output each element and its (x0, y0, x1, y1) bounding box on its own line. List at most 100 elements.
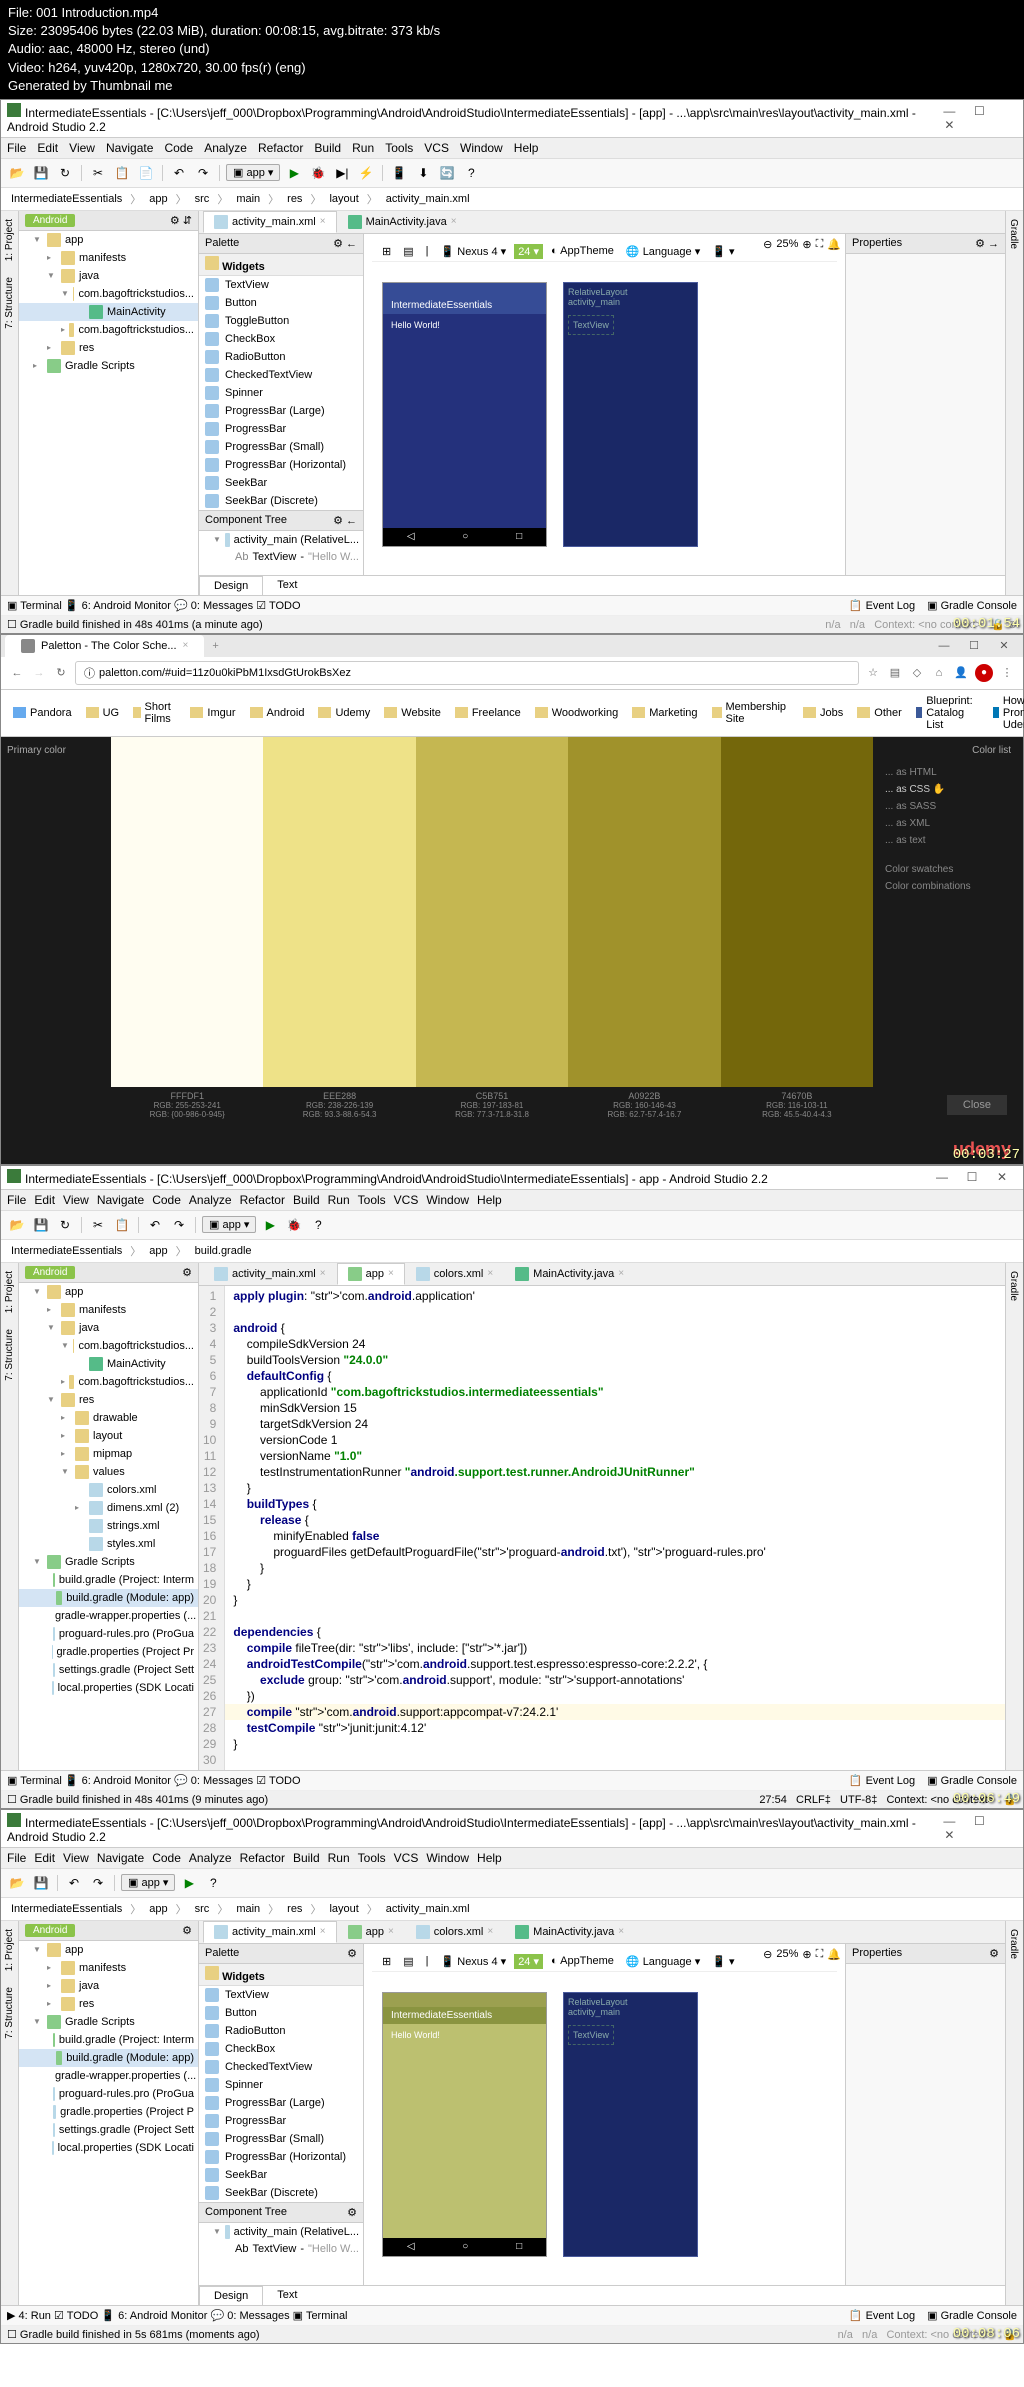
run-config[interactable]: ▣ app ▾ (226, 164, 280, 181)
event-log-tool[interactable]: 📋 Event Log (849, 599, 915, 612)
tree-package2[interactable]: ▸com.bagoftrickstudios... (19, 321, 198, 339)
close-button[interactable]: ✕ (934, 118, 964, 132)
bookmark-other[interactable]: Other (851, 705, 908, 721)
menu-file[interactable]: File (7, 141, 26, 155)
menu-window[interactable]: Window (460, 141, 503, 155)
open-icon[interactable]: 📂 (7, 163, 27, 183)
run-icon[interactable]: ▶ (284, 163, 304, 183)
avd-icon[interactable]: 📱 (389, 163, 409, 183)
bookmark-promote[interactable]: How I Promote Udem... (987, 693, 1024, 733)
menu-edit[interactable]: Edit (37, 141, 58, 155)
orientation-icon[interactable]: 📱 ▾ (708, 244, 738, 259)
device-select[interactable]: 📱 Nexus 4 ▾ (436, 244, 510, 259)
tree-settings-icon[interactable]: ⚙ ⇵ (170, 214, 192, 227)
palette-item[interactable]: ProgressBar (Small) (199, 2130, 363, 2148)
close-button[interactable]: ✕ (989, 639, 1019, 652)
cut-icon[interactable]: ✂ (88, 163, 108, 183)
component-tree-settings-icon[interactable]: ⚙ ← (333, 514, 357, 527)
palette-item[interactable]: CheckedTextView (199, 366, 363, 384)
palette-item[interactable]: ProgressBar (Large) (199, 402, 363, 420)
language-select[interactable]: 🌐 Language ▾ (622, 244, 704, 259)
bookmark-imgur[interactable]: Imgur (184, 705, 241, 721)
menu-icon[interactable]: ⋮ (999, 665, 1015, 681)
bookmark-woodworking[interactable]: Woodworking (529, 705, 624, 721)
design-canvas[interactable]: ⊞ ▤ | 📱 Nexus 4 ▾ 24 ▾ ◐ AppTheme 🌐 Lang… (364, 234, 845, 575)
palette-item[interactable]: Button (199, 2004, 363, 2022)
terminal-tool[interactable]: ▣ Terminal (7, 600, 62, 612)
menu-code[interactable]: Code (164, 141, 193, 155)
tree-main-activity[interactable]: MainActivity (19, 303, 198, 321)
maximize-button[interactable]: ☐ (959, 639, 989, 652)
bookmark-shortfilms[interactable]: Short Films (127, 699, 182, 727)
palette-item[interactable]: RadioButton (199, 2022, 363, 2040)
redo-icon[interactable]: ↷ (193, 163, 213, 183)
help-icon[interactable]: ? (461, 163, 481, 183)
palette-item[interactable]: TextView (199, 276, 363, 294)
menu-build[interactable]: Build (314, 141, 341, 155)
component-activity-main[interactable]: ▼activity_main (RelativeL... (199, 531, 363, 549)
api-select[interactable]: 24 ▾ (514, 244, 543, 259)
palette-item[interactable]: SeekBar (199, 2166, 363, 2184)
palette-item[interactable]: ProgressBar (Small) (199, 438, 363, 456)
palette-item[interactable]: CheckBox (199, 2040, 363, 2058)
palette-item[interactable]: Spinner (199, 384, 363, 402)
zoom-in-icon[interactable]: ⊕ (802, 238, 811, 251)
profile-icon[interactable]: ⚡ (356, 163, 376, 183)
palette-item[interactable]: ProgressBar (199, 2112, 363, 2130)
minimize-button[interactable]: — (934, 104, 964, 118)
export-css[interactable]: ... as CSS ✋ (885, 781, 1011, 798)
palette-item[interactable]: ToggleButton (199, 312, 363, 330)
color-swatch[interactable] (568, 737, 720, 1087)
theme-select[interactable]: ◐ AppTheme (547, 244, 618, 258)
structure-tab[interactable]: 7: Structure (2, 273, 17, 333)
color-swatch[interactable] (416, 737, 568, 1087)
export-text[interactable]: ... as text (885, 832, 1011, 849)
color-swatch[interactable] (263, 737, 415, 1087)
component-textview[interactable]: Ab TextView - "Hello W... (199, 549, 363, 565)
messages-tool[interactable]: 💬 0: Messages (174, 600, 253, 612)
palette-item[interactable]: SeekBar (Discrete) (199, 2184, 363, 2202)
bookmark-marketing[interactable]: Marketing (626, 705, 703, 721)
palette-item[interactable]: ProgressBar (Horizontal) (199, 456, 363, 474)
export-xml[interactable]: ... as XML (885, 815, 1011, 832)
project-tab[interactable]: 1: Project (2, 215, 17, 265)
color-combinations-link[interactable]: Color combinations (885, 878, 1011, 895)
tree-package1[interactable]: ▼com.bagoftrickstudios... (19, 285, 198, 303)
palette-item[interactable]: Button (199, 294, 363, 312)
android-view[interactable]: Android (25, 214, 75, 227)
palette-item[interactable]: TextView (199, 1986, 363, 2004)
export-html[interactable]: ... as HTML (885, 764, 1011, 781)
new-tab-button[interactable]: + (204, 636, 226, 656)
android-monitor-tool[interactable]: 📱 6: Android Monitor (65, 600, 171, 612)
star-icon[interactable]: ☆ (865, 665, 881, 681)
color-swatch[interactable] (721, 737, 873, 1087)
url-input[interactable]: ⓘpaletton.com/#uid=11z0u0kiPbM1IxsdGtUro… (75, 661, 859, 685)
paste-icon[interactable]: 📄 (136, 163, 156, 183)
color-swatch[interactable] (111, 737, 263, 1087)
palette-item[interactable]: ProgressBar (Horizontal) (199, 2148, 363, 2166)
menu-run[interactable]: Run (352, 141, 374, 155)
info-icon[interactable]: ⓘ (84, 665, 95, 681)
palette-item[interactable]: CheckBox (199, 330, 363, 348)
palette-item[interactable]: RadioButton (199, 348, 363, 366)
bookmark-website[interactable]: Website (378, 705, 447, 721)
properties-settings-icon[interactable]: ⚙ → (975, 237, 999, 250)
tab-main-activity-java[interactable]: MainActivity.java× (337, 211, 468, 233)
palette-item[interactable]: ProgressBar (Large) (199, 2094, 363, 2112)
maximize-button[interactable]: ☐ (964, 104, 994, 118)
save-icon[interactable]: 💾 (31, 163, 51, 183)
notification-badge[interactable]: ● (975, 664, 993, 682)
bookmark-membership[interactable]: Membership Site (706, 699, 796, 727)
menu-navigate[interactable]: Navigate (106, 141, 153, 155)
widgets-section[interactable]: Widgets (199, 254, 363, 276)
home-icon[interactable]: ⌂ (931, 665, 947, 681)
palette-item[interactable]: CheckedTextView (199, 2058, 363, 2076)
tree-app[interactable]: ▼app (19, 231, 198, 249)
canvas-viewport-icon[interactable]: ▤ (399, 244, 417, 259)
palette-item[interactable]: ProgressBar (199, 420, 363, 438)
menu-refactor[interactable]: Refactor (258, 141, 303, 155)
browser-tab[interactable]: Paletton - The Color Sche...× (5, 635, 204, 657)
menu-analyze[interactable]: Analyze (204, 141, 247, 155)
reload-icon[interactable]: ↻ (53, 665, 69, 681)
blueprint-view[interactable]: RelativeLayoutactivity_main TextView (563, 282, 698, 547)
